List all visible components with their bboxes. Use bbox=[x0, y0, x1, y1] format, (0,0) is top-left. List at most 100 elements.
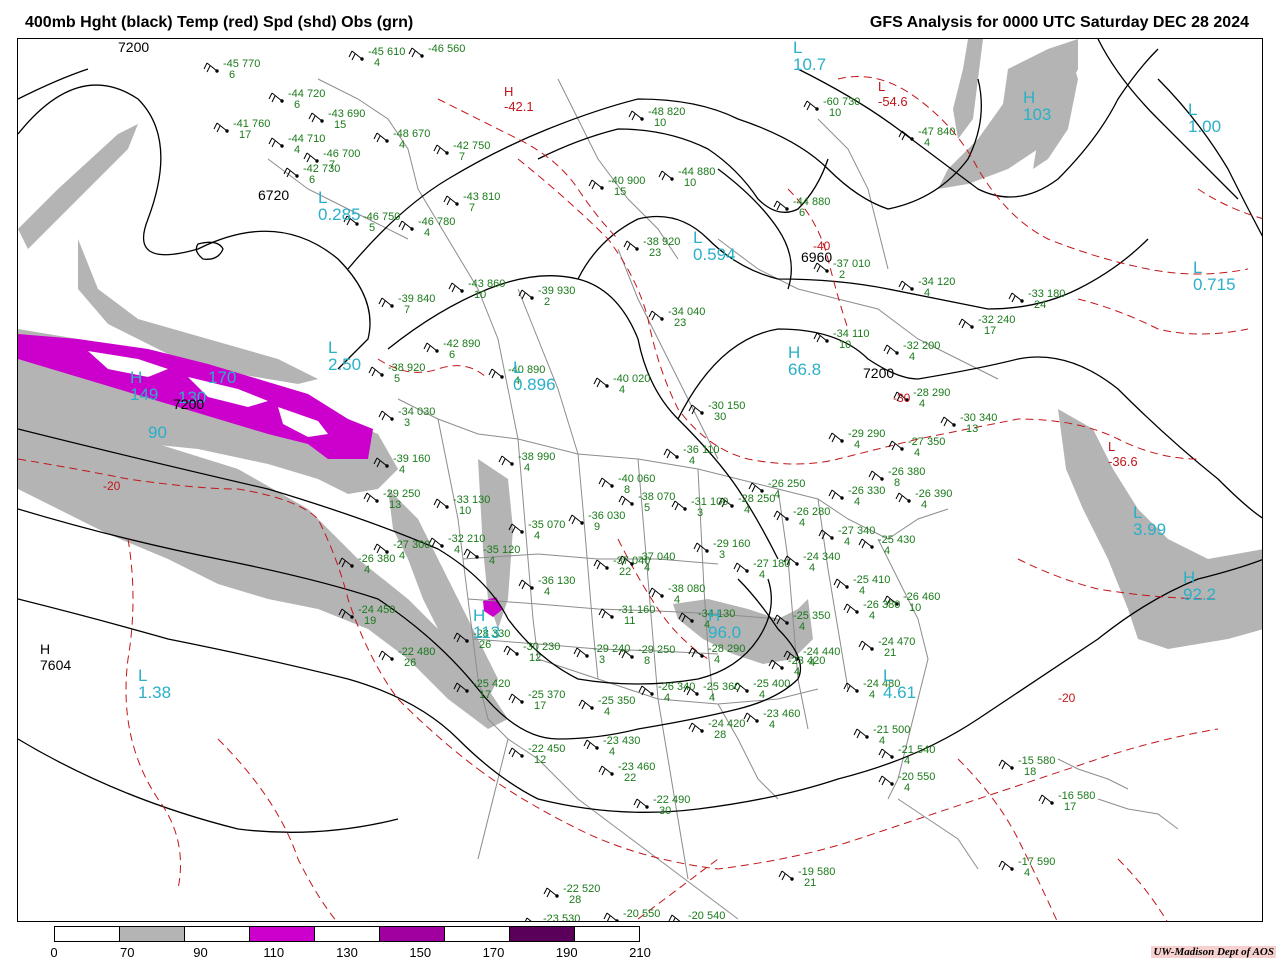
station-observation: -43 690 15 bbox=[328, 109, 365, 131]
speed-center-label: H 103 bbox=[1023, 89, 1051, 123]
station-dot bbox=[755, 719, 759, 723]
wind-barb bbox=[524, 917, 532, 921]
wind-barb bbox=[773, 200, 788, 211]
temp-center-label: L -36.6 bbox=[1108, 439, 1138, 469]
temp-center-label: L -54.6 bbox=[878, 79, 908, 109]
station-observation: -26 250 4 bbox=[768, 479, 805, 501]
obs-dewpoint-depression: 4 bbox=[794, 666, 801, 678]
station-dot bbox=[780, 666, 784, 670]
station-dot bbox=[675, 455, 679, 459]
station-dot bbox=[460, 289, 464, 293]
station-observation: -21 540 4 bbox=[898, 745, 935, 767]
obs-dewpoint-depression: 17 bbox=[534, 700, 547, 712]
station-observation: -36 130 4 bbox=[538, 576, 575, 598]
obs-dewpoint-depression: 4 bbox=[759, 689, 766, 701]
station-observation: -47 840 4 bbox=[918, 127, 955, 149]
station-observation: -36 030 9 bbox=[588, 511, 625, 533]
colorbar-segment bbox=[120, 927, 185, 941]
station-dot bbox=[580, 521, 584, 525]
wind-barb bbox=[833, 578, 848, 589]
wind-barb bbox=[398, 220, 413, 231]
station-dot bbox=[610, 484, 614, 488]
station-observation: -34 110 10 bbox=[833, 329, 870, 351]
height-value: 7200 bbox=[863, 365, 895, 381]
wind-barb bbox=[803, 100, 818, 111]
station-observation: -43 810 7 bbox=[463, 192, 500, 214]
wind-barb bbox=[448, 282, 463, 293]
station-observation: -44 710 4 bbox=[288, 134, 325, 156]
speed-center-value: 3.99 bbox=[1133, 520, 1167, 539]
wind-barb bbox=[773, 510, 788, 521]
obs-dewpoint-depression: 4 bbox=[759, 569, 766, 581]
obs-dewpoint-depression: 17 bbox=[479, 689, 492, 701]
wind-barb bbox=[648, 587, 663, 598]
wind-barb bbox=[583, 739, 598, 750]
station-observation: -30 230 12 bbox=[523, 642, 560, 664]
station-observation: -38 070 5 bbox=[638, 492, 675, 514]
station-dot bbox=[785, 517, 789, 521]
station-dot bbox=[520, 754, 524, 758]
station-dot bbox=[605, 384, 609, 388]
station-observation: -42 890 6 bbox=[443, 339, 480, 361]
station-dot bbox=[280, 99, 284, 103]
speed-center-letter: H bbox=[788, 343, 801, 362]
station-dot bbox=[215, 69, 219, 73]
station-dot bbox=[660, 594, 664, 598]
wind-barb bbox=[423, 342, 438, 353]
station-observation: -46 780 4 bbox=[418, 217, 455, 239]
station-dot bbox=[745, 689, 749, 693]
obs-dewpoint-depression: 6 bbox=[799, 207, 806, 219]
station-dot bbox=[700, 654, 704, 658]
speed-colorbar bbox=[54, 926, 640, 942]
speed-center-label: 170 bbox=[208, 369, 236, 386]
obs-dewpoint-depression: 4 bbox=[399, 139, 406, 151]
station-dot bbox=[1010, 867, 1014, 871]
obs-dewpoint-depression: 4 bbox=[489, 555, 496, 567]
station-observation: -20 540 bbox=[688, 911, 725, 922]
station-observation: -38 990 4 bbox=[518, 452, 555, 474]
station-dot bbox=[465, 639, 469, 643]
station-observation: -25 400 4 bbox=[753, 679, 790, 701]
station-dot bbox=[910, 137, 914, 141]
station-observation: -44 880 10 bbox=[678, 167, 715, 189]
station-observation: -24 450 19 bbox=[358, 605, 395, 627]
wind-barb bbox=[858, 640, 873, 651]
speed-center-label: L 2.50 bbox=[328, 339, 361, 373]
obs-dewpoint-depression: 11 bbox=[624, 615, 636, 627]
wind-barb bbox=[688, 404, 703, 415]
obs-temp-height: -20 550 bbox=[623, 908, 661, 920]
station-observation: -22 520 28 bbox=[563, 884, 600, 906]
wind-barb bbox=[693, 542, 708, 553]
obs-dewpoint-depression: 4 bbox=[869, 610, 876, 622]
colorbar-segment bbox=[185, 927, 250, 941]
station-dot bbox=[650, 692, 654, 696]
speed-center-label: H 96.0 bbox=[708, 607, 741, 641]
speed-center-letter: L bbox=[1188, 100, 1198, 119]
station-dot bbox=[890, 755, 894, 759]
obs-dewpoint-depression: 21 bbox=[804, 877, 817, 889]
speed-center-label: L 0.594 bbox=[693, 229, 736, 263]
station-dot bbox=[530, 586, 534, 590]
station-observation: -27 180 4 bbox=[753, 559, 790, 581]
obs-dewpoint-depression: 22 bbox=[624, 772, 637, 784]
obs-dewpoint-depression: 10 bbox=[684, 177, 697, 189]
station-observation: -20 550 4 bbox=[898, 772, 935, 794]
speed-center-letter: L bbox=[318, 188, 328, 207]
wind-barb bbox=[743, 712, 758, 723]
colorbar-tick-label: 190 bbox=[555, 945, 578, 960]
speed-center-letter: L bbox=[513, 358, 523, 377]
obs-dewpoint-depression: 5 bbox=[369, 222, 376, 234]
obs-dewpoint-depression: 4 bbox=[524, 462, 531, 474]
station-dot bbox=[390, 304, 394, 308]
wind-barb bbox=[648, 310, 663, 321]
colorbar-tick-label: 90 bbox=[193, 945, 208, 960]
speed-center-letter: H bbox=[130, 368, 143, 387]
colorbar-segment bbox=[55, 927, 120, 941]
wind-barb bbox=[568, 514, 583, 525]
station-dot bbox=[520, 700, 524, 704]
obs-dewpoint-depression: 18 bbox=[1024, 766, 1037, 778]
station-observation: -17 590 4 bbox=[1018, 857, 1055, 879]
station-observation: -25 350 4 bbox=[598, 696, 635, 718]
analysis-time-title: GFS Analysis for 0000 UTC Saturday DEC 2… bbox=[869, 14, 1249, 31]
station-observation: -29 250 8 bbox=[638, 645, 675, 667]
